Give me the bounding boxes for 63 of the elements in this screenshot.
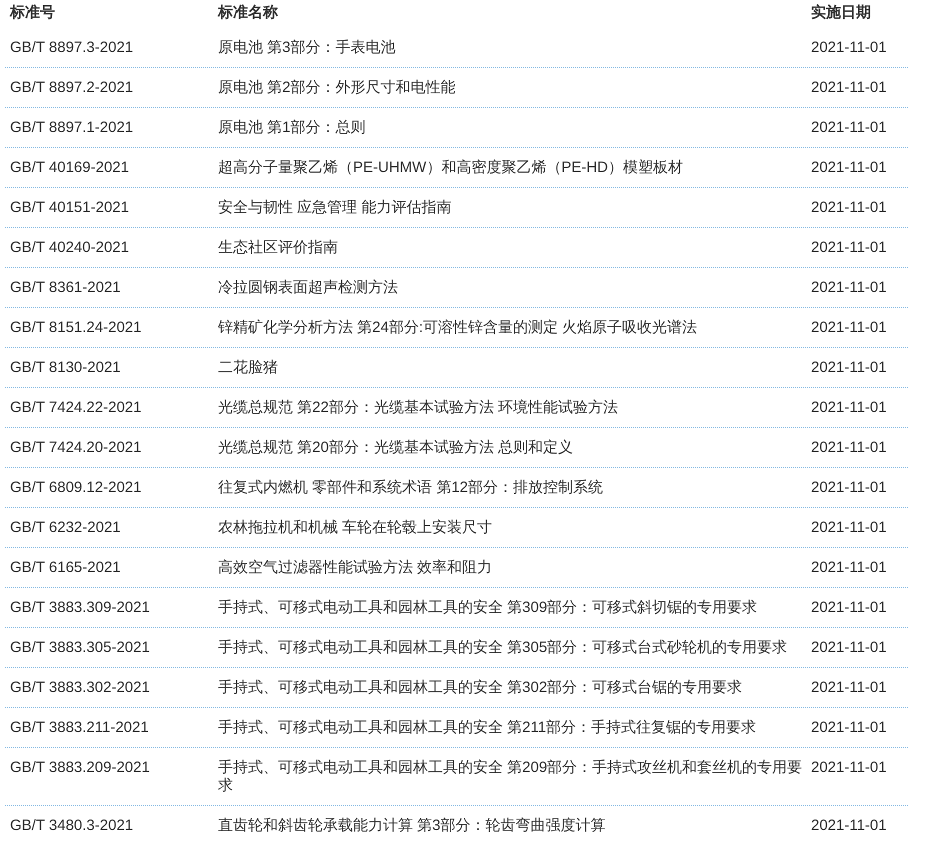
standard-name: 二花脸猪 (217, 358, 279, 378)
standard-number: GB/T 3883.305-2021 (9, 638, 151, 658)
standard-number: GB/T 3883.211-2021 (9, 718, 150, 738)
standard-name: 原电池 第3部分：手表电池 (217, 38, 397, 58)
standard-name: 手持式、可移式电动工具和园林工具的安全 第209部分：手持式攻丝机和套丝机的专用要求 (217, 758, 804, 796)
effective-date: 2021-11-01 (811, 398, 888, 418)
standard-number: GB/T 8897.1-2021 (9, 118, 134, 138)
standard-name: 高效空气过滤器性能试验方法 效率和阻力 (217, 558, 494, 578)
column-header: 实施日期 (811, 3, 872, 23)
standard-name: 光缆总规范 第20部分：光缆基本试验方法 总则和定义 (217, 438, 574, 458)
effective-date: 2021-11-01 (811, 816, 888, 836)
standard-number: GB/T 3883.209-2021 (9, 758, 151, 778)
effective-date: 2021-11-01 (811, 438, 888, 458)
standard-name: 原电池 第2部分：外形尺寸和电性能 (217, 78, 457, 98)
standard-number: GB/T 6809.12-2021 (9, 478, 142, 498)
effective-date: 2021-11-01 (811, 598, 888, 618)
effective-date: 2021-11-01 (811, 198, 888, 218)
standard-number: GB/T 8897.2-2021 (9, 78, 134, 98)
effective-date: 2021-11-01 (811, 758, 888, 778)
standard-number: GB/T 6232-2021 (9, 518, 122, 538)
standard-name: 原电池 第1部分：总则 (217, 118, 367, 138)
effective-date: 2021-11-01 (811, 678, 888, 698)
standard-name: 直齿轮和斜齿轮承载能力计算 第3部分：轮齿弯曲强度计算 (217, 816, 607, 836)
standard-number: GB/T 8361-2021 (9, 278, 122, 298)
effective-date: 2021-11-01 (811, 558, 888, 578)
effective-date: 2021-11-01 (811, 478, 888, 498)
standard-number: GB/T 8897.3-2021 (9, 38, 134, 58)
standard-number: GB/T 40169-2021 (9, 158, 130, 178)
effective-date: 2021-11-01 (811, 718, 888, 738)
standard-name: 安全与韧性 应急管理 能力评估指南 (217, 198, 452, 218)
standard-name: 往复式内燃机 零部件和系统术语 第12部分：排放控制系统 (217, 478, 604, 498)
standard-name: 光缆总规范 第22部分：光缆基本试验方法 环境性能试验方法 (217, 398, 620, 418)
effective-date: 2021-11-01 (811, 78, 888, 98)
standard-number: GB/T 3883.302-2021 (9, 678, 151, 698)
effective-date: 2021-11-01 (811, 318, 888, 338)
standard-number: GB/T 40240-2021 (9, 238, 130, 258)
standard-name: 手持式、可移式电动工具和园林工具的安全 第211部分：手持式往复锯的专用要求 (217, 718, 758, 738)
standard-number: GB/T 6165-2021 (9, 558, 122, 578)
standard-number: GB/T 40151-2021 (9, 198, 130, 218)
standard-name: 手持式、可移式电动工具和园林工具的安全 第305部分：可移式台式砂轮机的专用要求 (217, 638, 788, 658)
effective-date: 2021-11-01 (811, 518, 888, 538)
standard-number: GB/T 3883.309-2021 (9, 598, 151, 618)
standard-number: GB/T 7424.22-2021 (9, 398, 142, 418)
standard-name: 生态社区评价指南 (217, 238, 339, 258)
standard-name: 农林拖拉机和机械 车轮在轮毂上安装尺寸 (217, 518, 494, 538)
standard-number: GB/T 8130-2021 (9, 358, 122, 378)
standard-name: 手持式、可移式电动工具和园林工具的安全 第302部分：可移式台锯的专用要求 (217, 678, 744, 698)
standard-number: GB/T 8151.24-2021 (9, 318, 142, 338)
standard-name: 手持式、可移式电动工具和园林工具的安全 第309部分：可移式斜切锯的专用要求 (217, 598, 758, 618)
column-header: 标准号 (8, 3, 56, 23)
standard-name: 锌精矿化学分析方法 第24部分:可溶性锌含量的测定 火焰原子吸收光谱法 (217, 318, 698, 338)
effective-date: 2021-11-01 (811, 238, 888, 258)
effective-date: 2021-11-01 (811, 158, 888, 178)
effective-date: 2021-11-01 (811, 278, 888, 298)
effective-date: 2021-11-01 (811, 118, 888, 138)
effective-date: 2021-11-01 (811, 38, 888, 58)
effective-date: 2021-11-01 (811, 638, 888, 658)
standard-name: 冷拉圆钢表面超声检测方法 (217, 278, 399, 298)
standard-name: 超高分子量聚乙烯（PE-UHMW）和高密度聚乙烯（PE-HD）模塑板材 (217, 158, 684, 178)
effective-date: 2021-11-01 (811, 358, 888, 378)
standard-number: GB/T 3480.3-2021 (9, 816, 134, 836)
column-header: 标准名称 (216, 3, 279, 23)
standard-number: GB/T 7424.20-2021 (9, 438, 142, 458)
